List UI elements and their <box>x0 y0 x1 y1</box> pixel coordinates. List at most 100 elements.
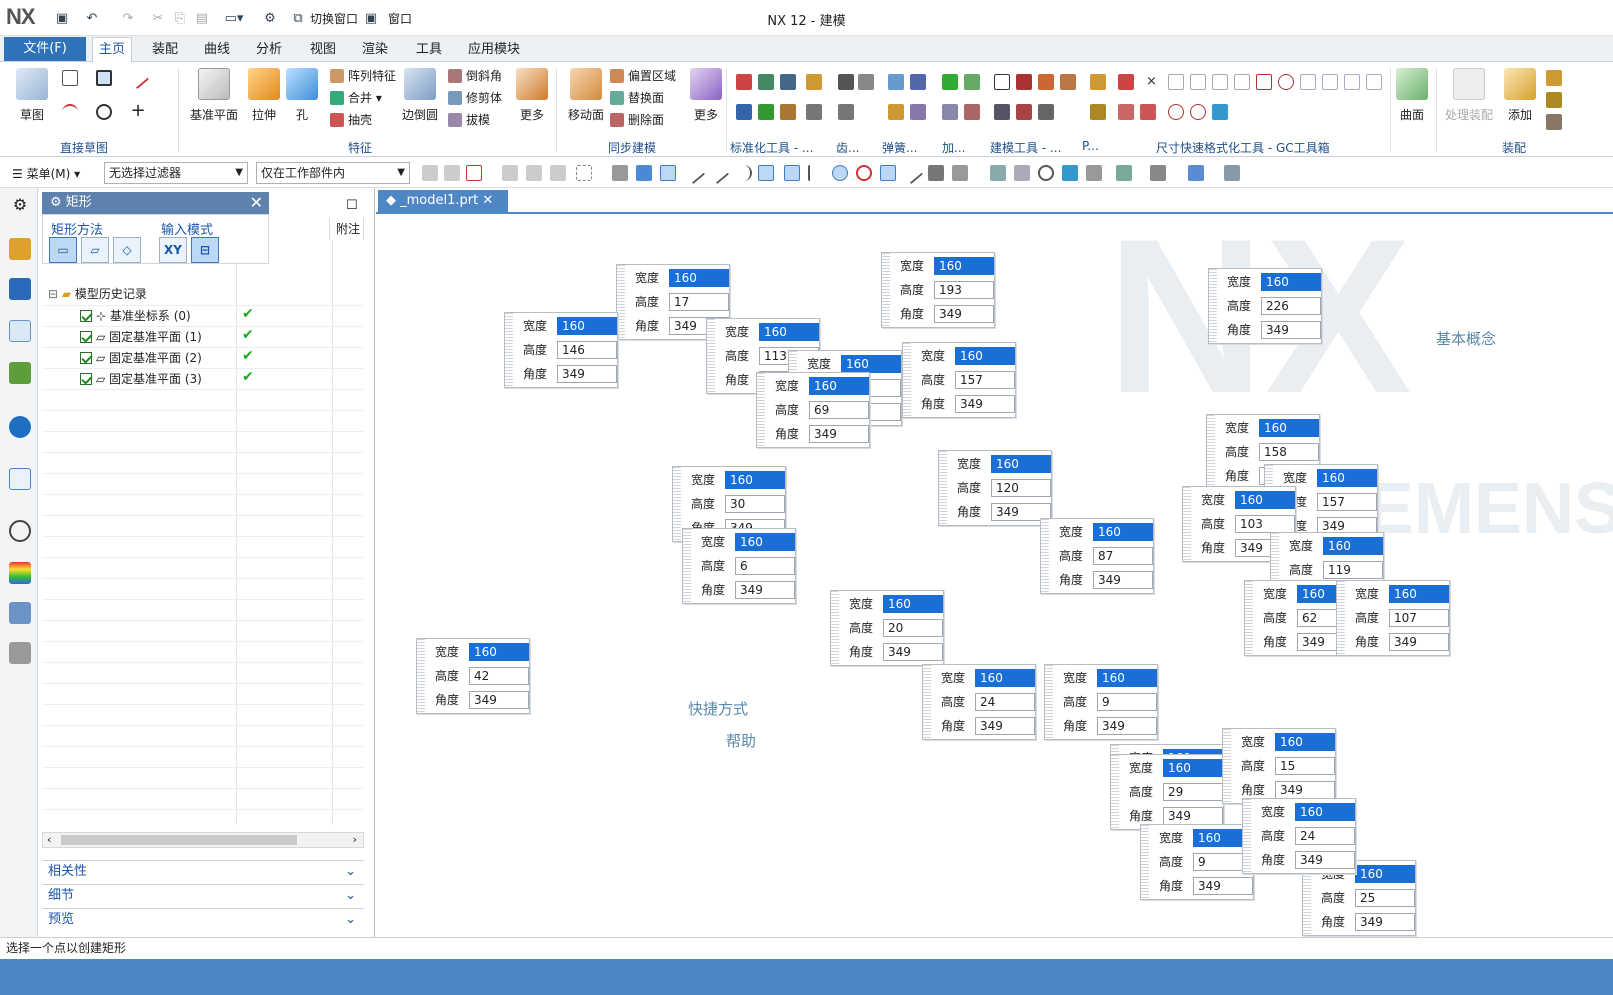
horizontal-scrollbar[interactable]: ‹ › <box>42 832 364 848</box>
scroll-left-icon[interactable]: ‹ <box>47 833 51 846</box>
type-filter-select[interactable]: 无选择过滤器 ▼ <box>104 162 248 184</box>
rectangle-input-box[interactable]: 宽度 160 高度 9 角度 349 <box>1140 824 1254 900</box>
width-field[interactable]: 160 <box>975 669 1035 687</box>
width-field[interactable]: 160 <box>934 257 994 275</box>
rectangle-input-box[interactable]: 宽度 160 高度 6 角度 349 <box>682 528 796 604</box>
tree-node-datum-plane[interactable]: ▱ 固定基准平面 (1) <box>80 327 202 348</box>
angle-field[interactable]: 349 <box>1163 807 1223 825</box>
arc-icon[interactable] <box>62 104 78 120</box>
width-field[interactable]: 160 <box>883 595 943 613</box>
snap-icon[interactable] <box>660 165 676 181</box>
snap-icon[interactable] <box>900 161 924 185</box>
build-tool-icon[interactable] <box>1038 104 1054 120</box>
part-file-tab[interactable]: ◆ _model1.prt ✕ <box>378 190 508 212</box>
height-field[interactable]: 158 <box>1259 443 1319 461</box>
build-tool-icon[interactable] <box>1060 74 1076 90</box>
view-tool-icon[interactable] <box>1014 165 1030 181</box>
snap-icon[interactable] <box>576 165 592 181</box>
surface-button[interactable]: 曲面 <box>1388 68 1436 123</box>
tool-icon[interactable]: ⚙ <box>260 8 280 28</box>
xy-mode-button[interactable]: XY <box>159 237 187 263</box>
angle-field[interactable]: 349 <box>469 691 529 709</box>
width-field[interactable]: 160 <box>1317 469 1377 487</box>
rectangle-input-box[interactable]: 宽度 160 高度 193 角度 349 <box>881 252 995 328</box>
copy-icon[interactable]: ⎘ <box>170 8 190 28</box>
process-assembly-button[interactable]: 处理装配 <box>1442 68 1496 123</box>
offset-region-button[interactable]: 偏置区域 <box>610 66 676 86</box>
spring-tool-icon[interactable] <box>888 104 904 120</box>
dependencies-panel[interactable]: 相关性 ⌄ <box>42 860 364 882</box>
width-field[interactable]: 160 <box>991 455 1051 473</box>
view-tool-icon[interactable] <box>1038 165 1054 181</box>
rectangle-input-box[interactable]: 宽度 160 高度 9 角度 349 <box>1044 664 1158 740</box>
cut-icon[interactable]: ✂ <box>148 8 168 28</box>
selection-scope-select[interactable]: 仅在工作部件内 ▼ <box>256 162 410 184</box>
add-tool-icon[interactable] <box>942 74 958 90</box>
scroll-right-icon[interactable]: › <box>353 833 357 846</box>
height-field[interactable]: 29 <box>1163 783 1223 801</box>
dim-tool-icon[interactable] <box>1366 74 1382 90</box>
view-tool-icon[interactable] <box>1150 165 1166 181</box>
height-field[interactable]: 120 <box>991 479 1051 497</box>
height-field[interactable]: 157 <box>955 371 1015 389</box>
window-menu-button[interactable]: 窗口 <box>380 8 420 28</box>
height-field[interactable]: 107 <box>1389 609 1449 627</box>
rectangle-input-box[interactable]: 宽度 160 高度 87 角度 349 <box>1040 518 1154 594</box>
dim-tool-icon[interactable] <box>1212 104 1228 120</box>
replace-face-button[interactable]: 替换面 <box>610 88 664 108</box>
angle-field[interactable]: 349 <box>1093 571 1153 589</box>
dim-tool-icon[interactable] <box>1190 74 1206 90</box>
add-component-button[interactable]: 添加 <box>1496 68 1544 123</box>
snap-icon[interactable] <box>444 165 460 181</box>
profile-icon[interactable] <box>62 70 78 86</box>
rectangle-input-box[interactable]: 宽度 160 高度 15 角度 349 <box>1222 728 1336 804</box>
gear-tool-icon[interactable] <box>838 74 854 90</box>
rectangle-input-box[interactable]: 宽度 160 高度 42 角度 349 <box>416 638 530 714</box>
angle-field[interactable]: 349 <box>735 581 795 599</box>
graphics-window[interactable]: NX EMENS 基本概念 快捷方式 帮助 ◆ _model1.prt ✕ 宽度… <box>376 188 1613 937</box>
line-icon[interactable] <box>126 66 150 90</box>
add-tool-icon[interactable] <box>964 74 980 90</box>
tab-curve[interactable]: 曲线 <box>198 40 236 62</box>
trim-body-button[interactable]: 修剪体 <box>448 88 502 108</box>
std-tool-icon[interactable] <box>736 104 752 120</box>
snap-icon[interactable] <box>466 165 482 181</box>
height-field[interactable]: 30 <box>725 495 785 513</box>
tab-tools[interactable]: 工具 <box>410 40 448 62</box>
angle-field[interactable]: 349 <box>809 425 869 443</box>
menu-button[interactable]: ☰ 菜单(M) ▾ <box>12 165 80 182</box>
snap-icon[interactable] <box>636 165 652 181</box>
std-tool-icon[interactable] <box>736 74 752 90</box>
snap-icon[interactable] <box>808 165 824 181</box>
more-feature-button[interactable]: 更多 <box>508 68 556 123</box>
window-icon[interactable]: ▣ <box>362 8 380 28</box>
snap-icon[interactable] <box>682 161 706 185</box>
height-field[interactable]: 103 <box>1235 515 1295 533</box>
rectangle-input-box[interactable]: 宽度 160 高度 29 角度 349 <box>1110 754 1224 830</box>
width-field[interactable]: 160 <box>1275 733 1335 751</box>
height-field[interactable]: 87 <box>1093 547 1153 565</box>
height-field[interactable]: 119 <box>1323 561 1383 579</box>
angle-field[interactable]: 349 <box>883 643 943 661</box>
shell-button[interactable]: 抽壳 <box>330 110 372 130</box>
pattern-feature-button[interactable]: 阵列特征 <box>330 66 396 86</box>
snap-icon[interactable] <box>550 165 566 181</box>
spring-tool-icon[interactable] <box>910 104 926 120</box>
visibility-checkbox[interactable] <box>80 331 92 343</box>
angle-field[interactable]: 349 <box>1193 877 1253 895</box>
height-field[interactable]: 24 <box>975 693 1035 711</box>
dim-tool-icon[interactable] <box>1278 74 1294 90</box>
rectangle-input-box[interactable]: 宽度 160 高度 226 角度 349 <box>1208 268 1322 344</box>
angle-field[interactable]: 349 <box>934 305 994 323</box>
width-field[interactable]: 160 <box>469 643 529 661</box>
tab-applications[interactable]: 应用模块 <box>462 40 526 62</box>
add-tool-icon[interactable] <box>942 104 958 120</box>
tab-home[interactable]: 主页 <box>92 37 133 63</box>
tree-node-model-history[interactable]: ⊟ ▰ 模型历史记录 <box>48 284 147 305</box>
height-field[interactable]: 25 <box>1355 889 1415 907</box>
width-field[interactable]: 160 <box>1261 273 1321 291</box>
dim-tool-icon[interactable] <box>1300 74 1316 90</box>
assembly-navigator-icon[interactable] <box>9 238 31 260</box>
part-navigator-icon[interactable] <box>9 320 31 342</box>
height-field[interactable]: 17 <box>669 293 729 311</box>
